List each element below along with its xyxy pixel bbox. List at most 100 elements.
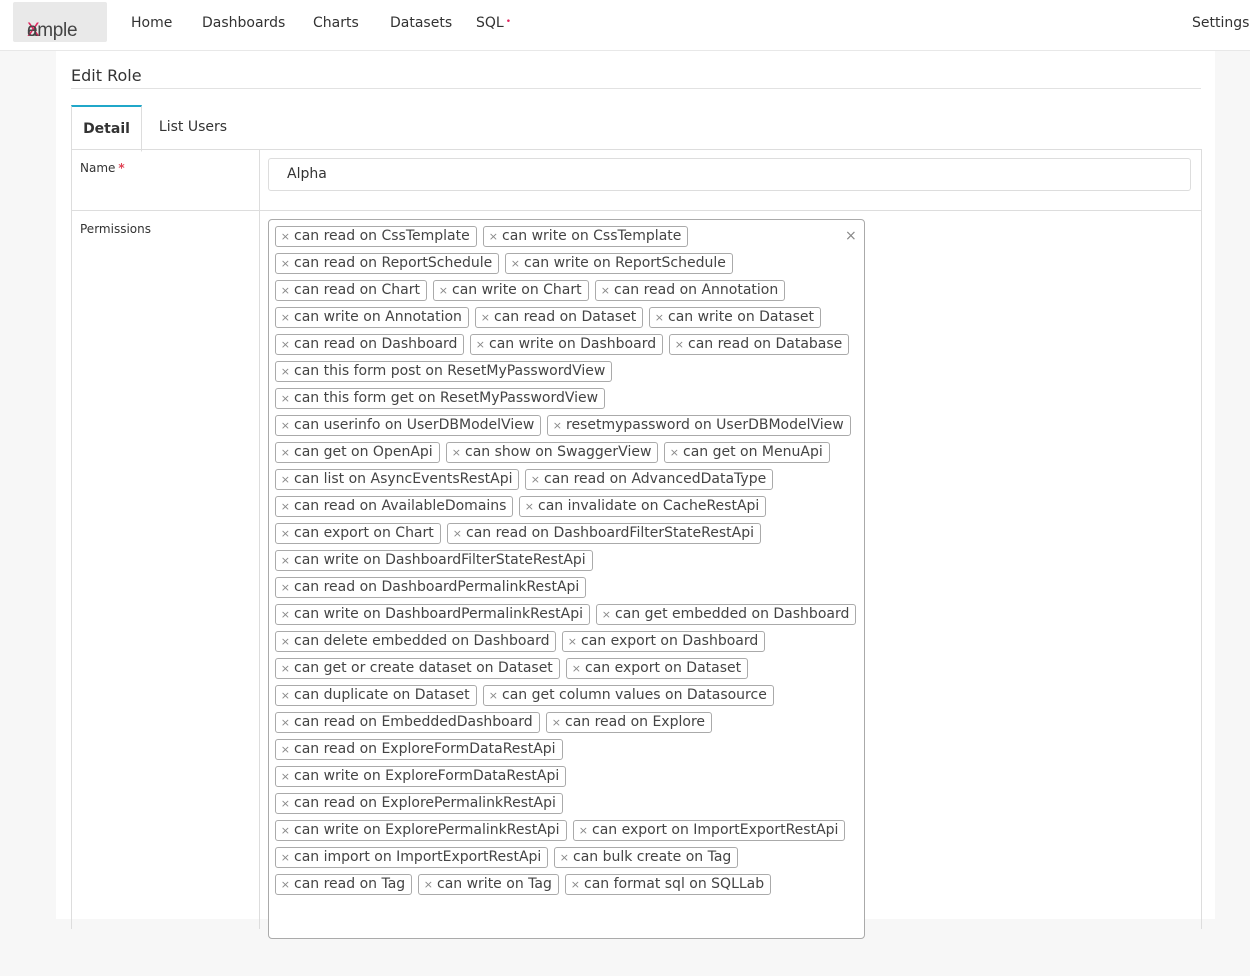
- permission-chip[interactable]: × can write on Annotation: [275, 307, 469, 328]
- permission-chip[interactable]: × can this form post on ResetMyPasswordVi…: [275, 361, 613, 382]
- remove-chip-icon[interactable]: ×: [276, 281, 290, 300]
- permission-chip[interactable]: × can read on ReportSchedule: [275, 253, 500, 274]
- remove-chip-icon[interactable]: ×: [566, 875, 580, 894]
- permission-chip[interactable]: × can get on OpenApi: [275, 442, 440, 463]
- remove-chip-icon[interactable]: ×: [276, 740, 290, 759]
- remove-chip-icon[interactable]: ×: [276, 389, 290, 408]
- remove-chip-icon[interactable]: ×: [476, 308, 490, 327]
- permission-chip[interactable]: × can write on Chart: [433, 280, 589, 301]
- permission-chip[interactable]: × can read on AvailableDomains: [275, 496, 514, 517]
- tab-list-users[interactable]: List Users: [146, 105, 240, 149]
- remove-chip-icon[interactable]: ×: [276, 416, 290, 435]
- remove-chip-icon[interactable]: ×: [548, 416, 562, 435]
- permission-chip[interactable]: × can read on AdvancedDataType: [525, 469, 774, 490]
- remove-chip-icon[interactable]: ×: [670, 335, 684, 354]
- tab-detail[interactable]: Detail: [71, 105, 142, 152]
- permission-chip[interactable]: × can read on Dataset: [475, 307, 644, 328]
- permission-chip[interactable]: × can show on SwaggerView: [446, 442, 659, 463]
- remove-chip-icon[interactable]: ×: [471, 335, 485, 354]
- remove-chip-icon[interactable]: ×: [484, 686, 498, 705]
- permission-chip[interactable]: × can this form get on ResetMyPasswordVie…: [275, 388, 606, 409]
- permission-chip[interactable]: × can invalidate on CacheRestApi: [519, 496, 767, 517]
- remove-chip-icon[interactable]: ×: [276, 767, 290, 786]
- clear-permissions-icon[interactable]: ×: [845, 228, 857, 244]
- permission-chip[interactable]: × can get embedded on Dashboard: [596, 604, 857, 625]
- permission-chip[interactable]: × can delete embedded on Dashboard: [275, 631, 557, 652]
- remove-chip-icon[interactable]: ×: [506, 254, 520, 273]
- name-input[interactable]: Alpha: [268, 158, 1191, 191]
- permission-chip[interactable]: × can write on DashboardPermalinkRestApi: [275, 604, 590, 625]
- remove-chip-icon[interactable]: ×: [547, 713, 561, 732]
- permission-chip[interactable]: × can get column values on Datasource: [483, 685, 774, 706]
- permission-chip[interactable]: × can read on Explore: [546, 712, 712, 733]
- remove-chip-icon[interactable]: ×: [448, 524, 462, 543]
- permission-chip[interactable]: × can read on DashboardPermalinkRestApi: [275, 577, 587, 598]
- permission-chip[interactable]: × can read on ExploreFormDataRestApi: [275, 739, 563, 760]
- remove-chip-icon[interactable]: ×: [526, 470, 540, 489]
- remove-chip-icon[interactable]: ×: [276, 659, 290, 678]
- remove-chip-icon[interactable]: ×: [276, 821, 290, 840]
- brand-logo[interactable]: e Xample: [13, 2, 107, 42]
- permission-chip[interactable]: × can read on Tag: [275, 874, 413, 895]
- nav-settings[interactable]: Settings: [1192, 15, 1249, 31]
- permission-chip[interactable]: × can write on Dataset: [649, 307, 821, 328]
- permission-chip[interactable]: × can import on ImportExportRestApi: [275, 847, 549, 868]
- nav-datasets[interactable]: Datasets: [390, 15, 452, 31]
- remove-chip-icon[interactable]: ×: [419, 875, 433, 894]
- remove-chip-icon[interactable]: ×: [276, 227, 290, 246]
- permission-chip[interactable]: × can export on Dataset: [566, 658, 749, 679]
- remove-chip-icon[interactable]: ×: [276, 632, 290, 651]
- permission-chip[interactable]: × can write on ExploreFormDataRestApi: [275, 766, 567, 787]
- remove-chip-icon[interactable]: ×: [563, 632, 577, 651]
- remove-chip-icon[interactable]: ×: [484, 227, 498, 246]
- remove-chip-icon[interactable]: ×: [520, 497, 534, 516]
- permission-chip[interactable]: × can get or create dataset on Dataset: [275, 658, 560, 679]
- remove-chip-icon[interactable]: ×: [276, 443, 290, 462]
- remove-chip-icon[interactable]: ×: [276, 470, 290, 489]
- remove-chip-icon[interactable]: ×: [447, 443, 461, 462]
- permission-chip[interactable]: × can write on DashboardFilterStateRestAp…: [275, 550, 593, 571]
- permission-chip[interactable]: × can read on DashboardFilterStateRestApi: [447, 523, 761, 544]
- permission-chip[interactable]: × can read on ExplorePermalinkRestApi: [275, 793, 563, 814]
- remove-chip-icon[interactable]: ×: [276, 578, 290, 597]
- remove-chip-icon[interactable]: ×: [567, 659, 581, 678]
- remove-chip-icon[interactable]: ×: [276, 524, 290, 543]
- permission-chip[interactable]: × can duplicate on Dataset: [275, 685, 477, 706]
- permission-chip[interactable]: × can write on Tag: [418, 874, 559, 895]
- remove-chip-icon[interactable]: ×: [276, 713, 290, 732]
- remove-chip-icon[interactable]: ×: [276, 875, 290, 894]
- remove-chip-icon[interactable]: ×: [276, 605, 290, 624]
- permission-chip[interactable]: × resetmypassword on UserDBModelView: [547, 415, 851, 436]
- permission-chip[interactable]: × can write on Dashboard: [470, 334, 664, 355]
- nav-sql[interactable]: SQL •: [476, 15, 511, 31]
- remove-chip-icon[interactable]: ×: [597, 605, 611, 624]
- remove-chip-icon[interactable]: ×: [276, 308, 290, 327]
- permission-chip[interactable]: × can export on Chart: [275, 523, 441, 544]
- permission-chip[interactable]: × can export on Dashboard: [562, 631, 766, 652]
- remove-chip-icon[interactable]: ×: [276, 254, 290, 273]
- permission-chip[interactable]: × can get on MenuApi: [664, 442, 830, 463]
- permission-chip[interactable]: × can userinfo on UserDBModelView: [275, 415, 542, 436]
- permission-chip[interactable]: × can read on Annotation: [595, 280, 786, 301]
- remove-chip-icon[interactable]: ×: [276, 497, 290, 516]
- remove-chip-icon[interactable]: ×: [434, 281, 448, 300]
- remove-chip-icon[interactable]: ×: [276, 551, 290, 570]
- permission-chip[interactable]: × can read on Dashboard: [275, 334, 465, 355]
- remove-chip-icon[interactable]: ×: [596, 281, 610, 300]
- permission-chip[interactable]: × can write on CssTemplate: [483, 226, 689, 247]
- permission-chip[interactable]: × can read on CssTemplate: [275, 226, 477, 247]
- permission-chip[interactable]: × can list on AsyncEventsRestApi: [275, 469, 520, 490]
- permission-chip[interactable]: × can read on EmbeddedDashboard: [275, 712, 540, 733]
- remove-chip-icon[interactable]: ×: [574, 821, 588, 840]
- remove-chip-icon[interactable]: ×: [276, 362, 290, 381]
- permission-chip[interactable]: × can write on ReportSchedule: [505, 253, 733, 274]
- permission-chip[interactable]: × can export on ImportExportRestApi: [573, 820, 846, 841]
- permission-chip[interactable]: × can bulk create on Tag: [554, 847, 739, 868]
- remove-chip-icon[interactable]: ×: [665, 443, 679, 462]
- nav-dashboards[interactable]: Dashboards: [202, 15, 285, 31]
- permission-chip[interactable]: × can read on Database: [669, 334, 850, 355]
- remove-chip-icon[interactable]: ×: [276, 794, 290, 813]
- permission-chip[interactable]: × can read on Chart: [275, 280, 427, 301]
- remove-chip-icon[interactable]: ×: [555, 848, 569, 867]
- nav-home[interactable]: Home: [131, 15, 172, 31]
